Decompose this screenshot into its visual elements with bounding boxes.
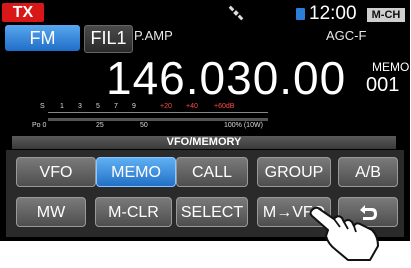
mw-button[interactable]: MW <box>16 197 86 227</box>
satellite-icon <box>228 5 244 21</box>
meter-s-label: +40 <box>186 103 198 110</box>
meter-s-label: +60dB <box>214 103 235 110</box>
filter-button[interactable]: FIL1 <box>84 25 133 53</box>
clock: 12:00 <box>309 3 357 24</box>
select-button[interactable]: SELECT <box>176 197 248 227</box>
ab-button[interactable]: A/B <box>338 157 398 187</box>
group-button[interactable]: GROUP <box>257 157 331 187</box>
meter-po-label: 100% (10W) <box>224 122 263 129</box>
vfo-button[interactable]: VFO <box>16 157 96 187</box>
tx-indicator: TX <box>2 3 44 22</box>
preamp-label: P.AMP <box>134 28 173 43</box>
memo-channel: 001 <box>366 74 400 96</box>
meter-s-label: 3 <box>78 103 82 110</box>
channel-mode-badge: M-CH <box>367 8 405 22</box>
call-button[interactable]: CALL <box>176 157 248 187</box>
meter-s-label: 7 <box>114 103 118 110</box>
frequency-display[interactable]: 146.030.00 <box>106 52 346 104</box>
meter-bar <box>48 118 268 121</box>
sd-card-icon <box>296 8 305 20</box>
mclr-button[interactable]: M-CLR <box>95 197 172 227</box>
meter-s-label: +20 <box>160 103 172 110</box>
meter-s-label: S <box>40 103 45 110</box>
meter-po-label: 25 <box>96 122 104 129</box>
s-po-meter: S 1 3 5 7 9 +20 +40 +60dB Po 0 25 50 100… <box>32 101 280 131</box>
panel-title: VFO/MEMORY <box>12 136 396 149</box>
meter-s-label: 5 <box>96 103 100 110</box>
meter-po-label: 50 <box>140 122 148 129</box>
agc-label: AGC-F <box>326 28 367 43</box>
meter-po-label: Po 0 <box>32 122 47 129</box>
mode-button[interactable]: FM <box>5 25 80 51</box>
memo-label: MEMO <box>372 60 410 74</box>
pointing-hand-icon <box>309 206 379 261</box>
meter-s-label: 9 <box>132 103 136 110</box>
radio-screen: TX FM FIL1 P.AMP AGC-F 12:00 M-CH 146.03… <box>0 0 410 241</box>
meter-s-label: 1 <box>60 103 64 110</box>
memo-button[interactable]: MEMO <box>96 157 176 187</box>
